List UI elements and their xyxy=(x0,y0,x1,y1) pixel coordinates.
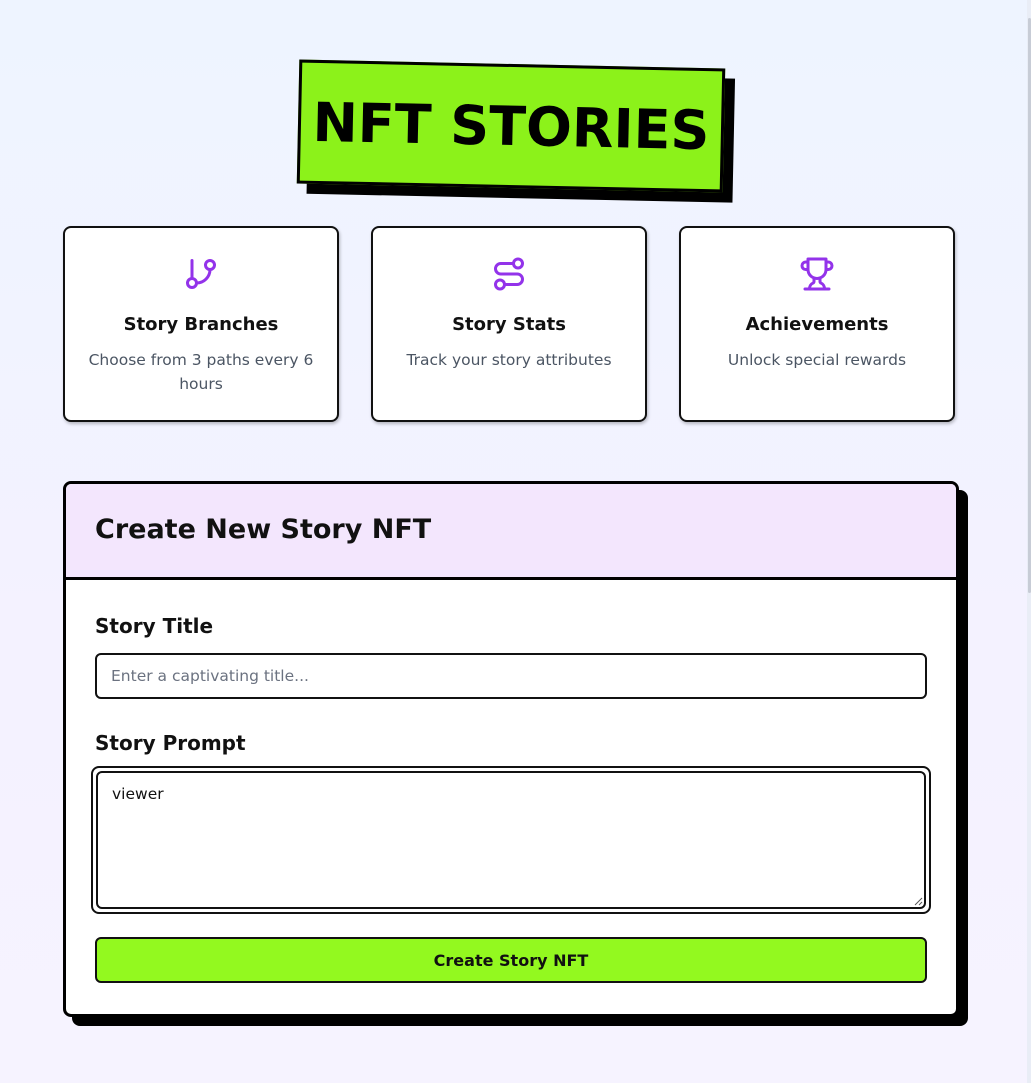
story-title-input[interactable] xyxy=(95,653,927,699)
feature-description: Track your story attributes xyxy=(406,351,612,369)
create-story-nft-button[interactable]: Create Story NFT xyxy=(95,937,927,983)
feature-card-story-branches: Story Branches Choose from 3 paths every… xyxy=(63,226,339,422)
title-banner: NFT STORIES xyxy=(296,59,736,203)
story-title-label: Story Title xyxy=(95,614,214,638)
feature-card-story-stats: Story Stats Track your story attributes xyxy=(371,226,647,422)
feature-title: Story Branches xyxy=(123,314,279,335)
form-header: Create New Story NFT xyxy=(66,484,956,580)
story-prompt-textarea[interactable]: viewer xyxy=(96,771,926,909)
feature-title: Story Stats xyxy=(452,314,566,335)
feature-title: Achievements xyxy=(745,314,889,335)
trophy-icon xyxy=(800,257,834,291)
page-title: NFT STORIES xyxy=(311,90,711,162)
feature-card-achievements: Achievements Unlock special rewards xyxy=(679,226,955,422)
form-heading: Create New Story NFT xyxy=(95,514,432,545)
resize-handle-icon[interactable] xyxy=(913,896,923,906)
feature-description: Choose from 3 paths every 6 hours xyxy=(88,351,314,393)
story-prompt-focus-ring: viewer xyxy=(91,766,931,914)
route-icon xyxy=(494,257,524,291)
create-story-form: Create New Story NFT Story Title Story P… xyxy=(63,481,959,1017)
title-banner-box: NFT STORIES xyxy=(296,59,726,193)
page-scrollbar[interactable] xyxy=(1027,0,1031,1083)
git-branch-icon xyxy=(186,259,216,289)
story-prompt-label: Story Prompt xyxy=(95,731,246,755)
feature-description: Unlock special rewards xyxy=(727,351,907,369)
